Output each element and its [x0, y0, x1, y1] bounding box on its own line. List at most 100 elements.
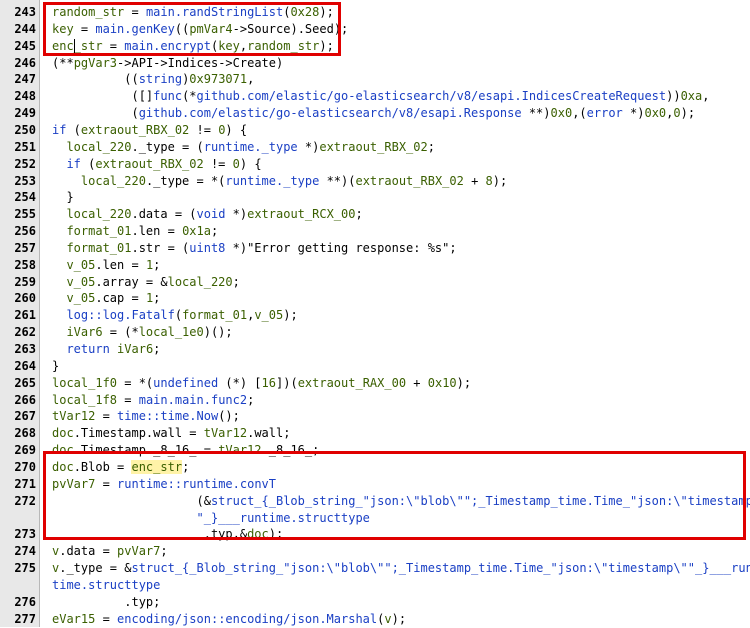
code-token: (&: [52, 493, 211, 508]
code-text: v_05.cap = 1;: [52, 290, 160, 307]
code-line[interactable]: 270 doc.Blob = enc_str;: [0, 459, 750, 476]
line-number: 244: [14, 21, 36, 36]
code-line[interactable]: 274 v.data = pvVar7;: [0, 543, 750, 560]
code-token: log::log.Fatalf: [66, 308, 175, 323]
code-line[interactable]: 260 v_05.cap = 1;: [0, 290, 750, 307]
code-token: ,(: [572, 106, 587, 121]
code-line[interactable]: 276 .typ;: [0, 594, 750, 611]
code-line[interactable]: 268 doc.Timestamp.wall = tVar12.wall;: [0, 425, 750, 442]
code-token: func: [153, 89, 183, 104]
code-token: iVar6: [66, 325, 103, 340]
code-token: pmVar4: [189, 21, 233, 36]
code-token: 0xa: [680, 89, 703, 104]
line-number: 253: [14, 173, 36, 188]
code-token: main.encrypt: [124, 38, 211, 53]
code-line[interactable]: 273 .typ,&doc);: [0, 526, 750, 543]
code-token: tVar12: [203, 426, 248, 441]
code-token: );: [456, 375, 472, 390]
code-token: +: [463, 173, 486, 188]
code-line[interactable]: 272 (&struct_{_Blob_string_"json:\"blob\…: [0, 493, 750, 510]
code-token: ;: [210, 224, 219, 239]
code-line[interactable]: 271 pvVar7 = runtime::runtime.convT: [0, 476, 750, 493]
code-line[interactable]: 247 ((string)0x973071,: [0, 71, 750, 88]
code-text: enc_str = main.encrypt(key,random_str);: [52, 38, 334, 55]
code-line[interactable]: 265 local_1f0 = *(undefined (*) [16])(ext…: [0, 375, 750, 392]
code-line[interactable]: 261 log::log.Fatalf(format_01,v_05);: [0, 307, 750, 324]
code-text: doc.Blob = enc_str;: [52, 459, 189, 476]
code-text: .typ,&doc);: [52, 526, 284, 543]
code-line[interactable]: 251 local_220._type = (runtime._type *)e…: [0, 139, 750, 156]
code-token: =: [95, 476, 118, 491]
code-token: ._type = *(: [145, 173, 226, 188]
code-line[interactable]: 267 tVar12 = time::time.Now();: [0, 408, 750, 425]
code-token: local_1e0: [138, 325, 204, 340]
code-line[interactable]: 264}: [0, 358, 750, 375]
code-line[interactable]: 258 v_05.len = 1;: [0, 257, 750, 274]
code-line[interactable]: 275 v._type = &struct_{_Blob_string_"json…: [0, 560, 750, 577]
code-line[interactable]: 259 v_05.array = &local_220;: [0, 274, 750, 291]
code-token: }: [52, 190, 74, 205]
code-text: local_1f0 = *(undefined (*) [16])(extrao…: [52, 375, 471, 392]
code-line[interactable]: 245 enc_str = main.encrypt(key,random_str…: [0, 38, 750, 55]
code-token: random_str: [247, 38, 320, 53]
code-line[interactable]: 250 if (extraout_RBX_02 != 0) {: [0, 122, 750, 139]
line-number: 261: [14, 308, 36, 323]
code-token: "_}___runtime.structtype: [196, 510, 370, 525]
code-line[interactable]: "_}___runtime.structtype: [0, 510, 750, 527]
code-token: 0x0: [550, 106, 573, 121]
code-line[interactable]: 269 doc.Timestamp._8_16_ = tVar12._8_16_;: [0, 442, 750, 459]
code-line[interactable]: 244 key = main.genKey((pmVar4->Source).Se…: [0, 21, 750, 38]
code-line[interactable]: 256 format_01.len = 0x1a;: [0, 223, 750, 240]
code-line[interactable]: 246 (**pgVar3->API->Indices->Create): [0, 55, 750, 72]
line-number: 277: [14, 611, 36, 626]
code-line[interactable]: 277 eVar15 = encoding/json::encoding/json…: [0, 611, 750, 628]
code-token: v_05: [66, 257, 96, 272]
code-line[interactable]: 248 ([]func(*github.com/elastic/go-elast…: [0, 88, 750, 105]
line-number: 263: [14, 342, 36, 356]
code-token: return: [66, 342, 110, 356]
code-line[interactable]: 254 }: [0, 189, 750, 206]
code-token: .Timestamp.wall =: [73, 426, 204, 441]
code-token: **)(: [319, 173, 356, 188]
code-line[interactable]: 249 (github.com/elastic/go-elasticsearch…: [0, 105, 750, 122]
code-token: =: [124, 5, 146, 19]
code-line[interactable]: 257 format_01.str = (uint8 *)"Error gett…: [0, 240, 750, 257]
code-line[interactable]: 255 local_220.data = (void *)extraout_RC…: [0, 206, 750, 223]
code-line[interactable]: 263 return iVar6;: [0, 341, 750, 358]
code-token: 0x1a: [182, 224, 211, 239]
code-line[interactable]: 266 local_1f8 = main.main.func2;: [0, 392, 750, 409]
code-token: local_220: [167, 274, 233, 289]
line-number: 272: [14, 493, 36, 508]
code-token: );: [391, 611, 407, 626]
line-number: 257: [14, 240, 36, 255]
code-line[interactable]: 253 local_220._type = *(runtime._type **…: [0, 173, 750, 190]
code-token: extraout_RBX_02: [355, 173, 464, 188]
code-text: (**pgVar3->API->Indices->Create): [52, 55, 283, 72]
decompiler-code-view[interactable]: 243 random_str = main.randStringList(0x28…: [0, 0, 750, 627]
code-line[interactable]: 243 random_str = main.randStringList(0x28…: [0, 4, 750, 21]
code-token: enc_str: [52, 38, 103, 53]
code-token: ) {: [239, 156, 262, 171]
code-token: ((: [52, 72, 139, 87]
code-token: time.structtype: [52, 577, 161, 592]
code-line[interactable]: 252 if (extraout_RBX_02 != 0) {: [0, 156, 750, 173]
code-line[interactable]: time.structtype: [0, 577, 750, 594]
line-number: 251: [14, 139, 36, 154]
code-token: tVar12: [218, 443, 262, 458]
code-line[interactable]: 262 iVar6 = (*local_1e0)();: [0, 324, 750, 341]
line-number: 264: [14, 358, 36, 373]
code-text: if (extraout_RBX_02 != 0) {: [52, 156, 262, 173]
line-number: 243: [14, 5, 36, 19]
line-number: 275: [14, 561, 36, 576]
line-number: 245: [14, 38, 36, 53]
code-text: local_220.data = (void *)extraout_RCX_00…: [52, 206, 362, 223]
code-token: .typ,&: [52, 527, 248, 542]
code-text: ([]func(*github.com/elastic/go-elasticse…: [52, 88, 709, 105]
code-token: .wall;: [247, 426, 291, 441]
code-token: random_str: [52, 5, 125, 19]
code-text: (github.com/elastic/go-elasticsearch/v8/…: [52, 105, 695, 122]
code-text: format_01.len = 0x1a;: [52, 223, 218, 240]
